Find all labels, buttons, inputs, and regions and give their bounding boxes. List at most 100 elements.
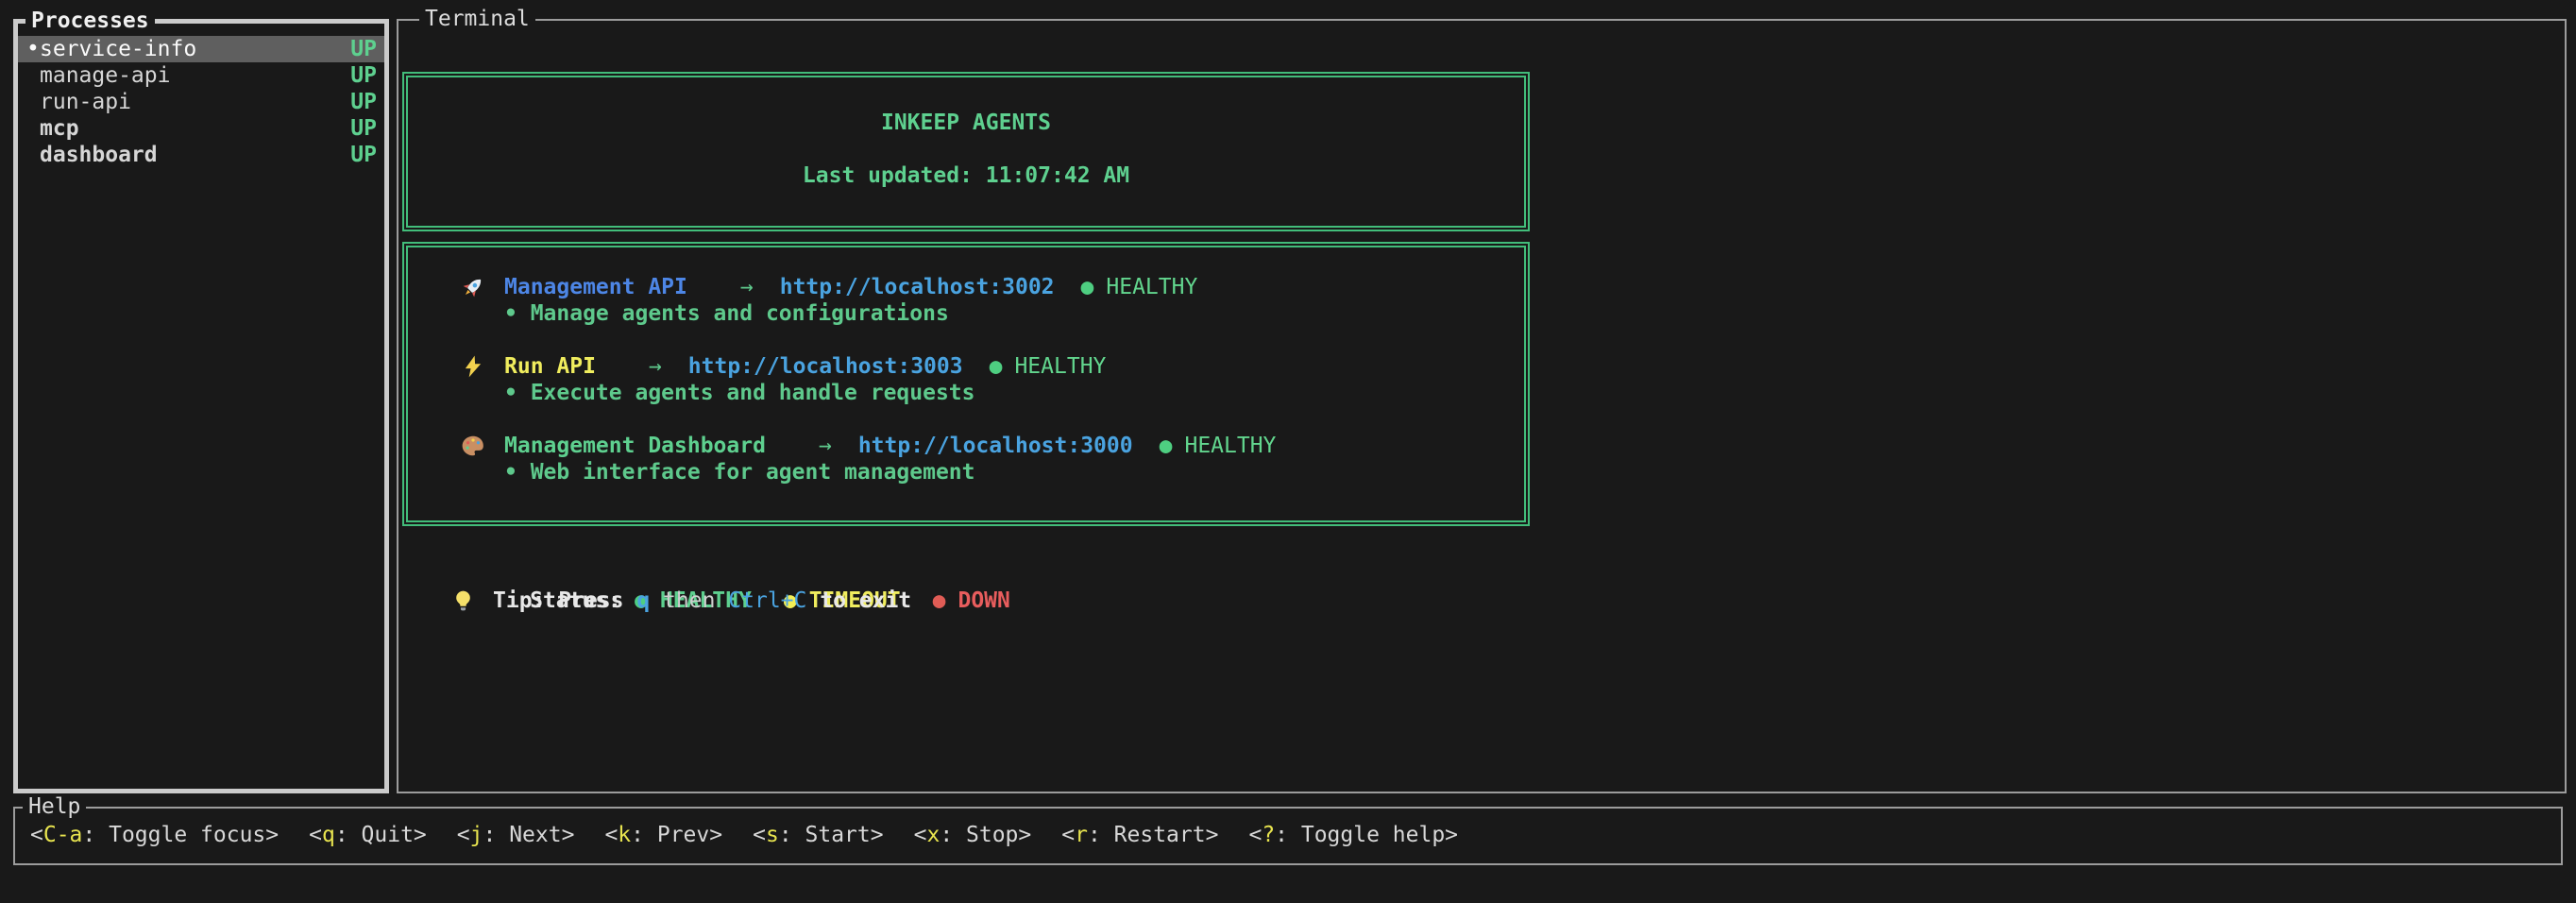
help-shortcut-label: : Start> — [779, 823, 884, 847]
service-url[interactable]: http://localhost:3002 — [780, 275, 1055, 299]
help-open-bracket: < — [1061, 823, 1075, 847]
banner-heading: INKEEP AGENTS — [881, 110, 1051, 136]
process-status-badge: UP — [350, 62, 377, 89]
process-row[interactable]: •service-info UP — [18, 36, 384, 62]
help-shortcut-key: j — [470, 823, 483, 847]
process-name: mcp — [40, 115, 79, 142]
tip-segment: q — [636, 588, 650, 613]
help-shortcut-key: x — [926, 823, 940, 847]
lightning-icon — [461, 354, 504, 379]
service-url[interactable]: http://localhost:3003 — [688, 354, 963, 379]
legend-status-text: DOWN — [958, 588, 1009, 613]
help-open-bracket: < — [457, 823, 470, 847]
help-panel: Help <C-a: Toggle focus><q: Quit><j: Nex… — [13, 807, 2563, 865]
app-screen: Processes •service-infoUPmanage-apiUPrun… — [0, 0, 2576, 903]
palette-icon — [461, 434, 504, 458]
banner-box: INKEEP AGENTS Last updated: 11:07:42 AM — [402, 72, 1530, 231]
help-shortcut-label: : Restart> — [1088, 823, 1218, 847]
service-name: Run API — [504, 354, 596, 379]
status-legend: Status:●HEALTHY●TIMEOUT●DOWN — [451, 561, 1010, 588]
process-name: run-api — [40, 89, 131, 115]
process-name: service-info — [40, 36, 196, 62]
process-list: •service-info UP manage-api UP run-api UP mcp U… — [18, 24, 384, 168]
help-shortcut-label: : Quit> — [335, 823, 427, 847]
process-name: manage-api — [40, 62, 170, 89]
health-dot-icon: ● — [1081, 275, 1094, 299]
lightbulb-icon — [451, 589, 493, 613]
help-shortcut-key: r — [1075, 823, 1088, 847]
help-shortcut: <k: Prev> — [604, 823, 722, 847]
service-description: • Manage agents and configurations — [461, 300, 1524, 327]
help-shortcut-key: ? — [1262, 823, 1275, 847]
help-shortcut: <q: Quit> — [309, 823, 427, 847]
help-open-bracket: < — [604, 823, 618, 847]
service-health-status: HEALTHY — [1184, 434, 1276, 458]
process-name: dashboard — [40, 142, 158, 168]
service-line: Run API → http://localhost:3003 ● HEALTHY — [461, 353, 1524, 380]
legend-entry: ● DOWN — [933, 588, 1010, 613]
help-shortcut: <?: Toggle help> — [1248, 823, 1458, 847]
help-shortcut-label: : Next> — [483, 823, 575, 847]
process-status-badge: UP — [350, 115, 377, 142]
arrow-glyph: → — [740, 275, 754, 299]
terminal-panel: Terminal INKEEP AGENTS Last updated: 11:… — [397, 19, 2567, 793]
tip-segment: to exit — [806, 588, 911, 613]
health-dot-icon: ● — [990, 354, 1003, 379]
service-description: • Execute agents and handle requests — [461, 380, 1524, 406]
help-panel-title: Help — [23, 793, 86, 820]
service-health-status: HEALTHY — [1014, 354, 1106, 379]
tip-text: Tip: Press q then Ctrl+C to exit — [493, 588, 911, 613]
help-shortcut: <C-a: Toggle focus> — [30, 823, 279, 847]
help-shortcuts: <C-a: Toggle focus><q: Quit><j: Next><k:… — [15, 809, 2561, 848]
service-line: Management API → http://localhost:3002 ● HEA… — [461, 274, 1524, 300]
help-shortcut: <j: Next> — [457, 823, 575, 847]
processes-panel-title: Processes — [25, 8, 155, 34]
process-row[interactable]: manage-api UP — [18, 62, 384, 89]
help-shortcut-key: s — [766, 823, 779, 847]
rocket-icon — [461, 275, 504, 299]
help-open-bracket: < — [1248, 823, 1262, 847]
process-row[interactable]: mcp UP — [18, 115, 384, 142]
service-entry: Management API → http://localhost:3002 ● HEA… — [461, 274, 1524, 327]
service-name: Management API — [504, 275, 687, 299]
service-name: Management Dashboard — [504, 434, 766, 458]
help-shortcut-key: C-a — [43, 823, 83, 847]
help-open-bracket: < — [309, 823, 322, 847]
health-dot-icon: ● — [1160, 434, 1173, 458]
tip-segment: Tip: Press — [493, 588, 636, 613]
service-description: • Web interface for agent management — [461, 459, 1524, 486]
help-shortcut-label: : Toggle focus> — [82, 823, 279, 847]
process-status-badge: UP — [350, 36, 377, 62]
selected-indicator: • — [26, 36, 40, 62]
help-shortcut-label: : Toggle help> — [1275, 823, 1458, 847]
status-dot-icon: ● — [933, 588, 946, 613]
tip-line: Tip: Press q then Ctrl+C to exit — [451, 588, 911, 614]
process-row[interactable]: run-api UP — [18, 89, 384, 115]
arrow-glyph: → — [649, 354, 662, 379]
service-url[interactable]: http://localhost:3000 — [858, 434, 1133, 458]
help-open-bracket: < — [30, 823, 43, 847]
tip-segment: then — [650, 588, 728, 613]
arrow-glyph: → — [819, 434, 832, 458]
process-status-badge: UP — [350, 142, 377, 168]
process-row[interactable]: dashboard UP — [18, 142, 384, 168]
help-open-bracket: < — [914, 823, 927, 847]
tip-segment: Ctrl+C — [728, 588, 806, 613]
terminal-panel-title: Terminal — [419, 6, 535, 32]
service-health-status: HEALTHY — [1106, 275, 1197, 299]
processes-panel: Processes •service-infoUPmanage-apiUPrun… — [13, 19, 389, 793]
help-shortcut: <x: Stop> — [914, 823, 1032, 847]
help-shortcut-label: : Stop> — [940, 823, 1031, 847]
help-shortcut: <s: Start> — [753, 823, 884, 847]
help-shortcut-key: q — [322, 823, 335, 847]
process-status-badge: UP — [350, 89, 377, 115]
help-open-bracket: < — [753, 823, 766, 847]
service-entry: Management Dashboard → http://localhost:30… — [461, 433, 1524, 486]
service-line: Management Dashboard → http://localhost:30… — [461, 433, 1524, 459]
help-shortcut: <r: Restart> — [1061, 823, 1218, 847]
help-shortcut-label: : Prev> — [631, 823, 722, 847]
last-updated-text: Last updated: 11:07:42 AM — [803, 162, 1129, 189]
help-shortcut-key: k — [618, 823, 631, 847]
service-entry: Run API → http://localhost:3003 ● HEALTHY• E… — [461, 353, 1524, 406]
services-box: Management API → http://localhost:3002 ● HEA… — [402, 242, 1530, 526]
